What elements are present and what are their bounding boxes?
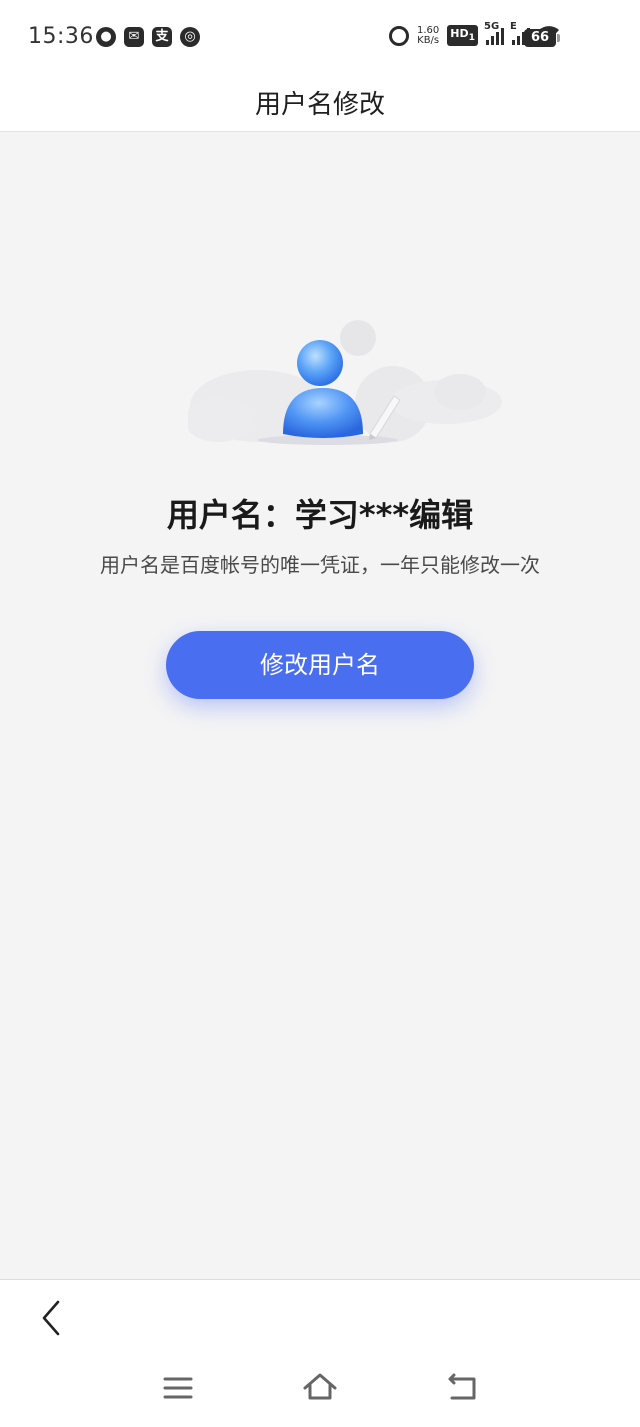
back-arrow-icon[interactable] xyxy=(38,1298,68,1338)
alipay-icon: 支 xyxy=(152,27,172,47)
page-header: 用户名修改 xyxy=(0,68,640,132)
hd-icon: HD1 xyxy=(447,25,478,46)
edit-username-button[interactable]: 修改用户名 xyxy=(166,631,474,699)
username-description: 用户名是百度帐号的唯一凭证，一年只能修改一次 xyxy=(100,553,540,577)
home-icon[interactable] xyxy=(300,1368,340,1408)
status-time: 15:36 xyxy=(28,24,94,49)
sim1-label: 5G xyxy=(484,20,500,32)
hd-label: HD xyxy=(450,27,469,41)
return-icon[interactable] xyxy=(442,1368,482,1408)
user-avatar-illustration xyxy=(188,320,502,445)
page-title: 用户名修改 xyxy=(254,90,385,120)
sim2-label: E xyxy=(510,20,517,32)
menu-icon[interactable] xyxy=(158,1368,198,1408)
bottom-toolbar xyxy=(0,1279,640,1427)
bank-icon: ◎ xyxy=(180,27,200,47)
battery-icon: 66 xyxy=(524,29,560,47)
notification-icons: ● ✉ 支 ◎ xyxy=(96,27,200,47)
mail-icon: ✉ xyxy=(124,27,144,47)
hd-sub: 1 xyxy=(468,32,475,44)
message-icon: ● xyxy=(96,27,116,47)
status-bar: 15:36 ● ✉ 支 ◎ 1.60 KB/s HD1 5G E 66 xyxy=(0,0,640,68)
alarm-icon xyxy=(389,25,410,46)
net-speed-unit: KB/s xyxy=(417,34,440,46)
username-label: 用户名：学习***编辑 xyxy=(166,496,474,534)
net-speed: 1.60 KB/s xyxy=(417,25,440,46)
system-nav-bar xyxy=(0,1368,640,1412)
signal-5g-icon: 5G xyxy=(484,21,504,45)
